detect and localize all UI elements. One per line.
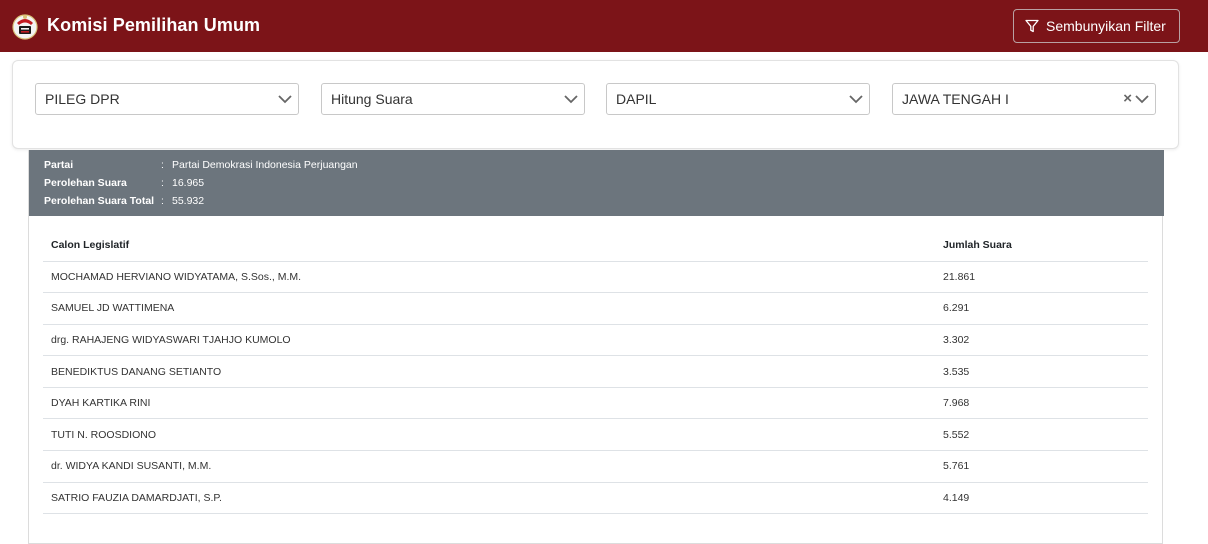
candidate-votes: 4.149: [935, 482, 1148, 515]
count-type-select[interactable]: Hitung Suara: [321, 83, 585, 115]
candidates-table: Calon Legislatif Jumlah Suara MOCHAMAD H…: [43, 230, 1148, 515]
hide-filter-button[interactable]: Sembunyikan Filter: [1013, 9, 1180, 43]
total-votes-row: Perolehan Suara Total : 55.932: [44, 192, 1164, 210]
candidate-votes: 3.302: [935, 324, 1148, 357]
dapil-value: JAWA TENGAH I: [902, 91, 1009, 107]
table-row: MOCHAMAD HERVIANO WIDYATAMA, S.Sos., M.M…: [43, 261, 1148, 294]
party-votes-value: 16.965: [172, 177, 205, 189]
region-level-select[interactable]: DAPIL: [606, 83, 870, 115]
party-value: Partai Demokrasi Indonesia Perjuangan: [172, 159, 358, 171]
candidate-votes: 21.861: [935, 261, 1148, 294]
candidate-name: MOCHAMAD HERVIANO WIDYATAMA, S.Sos., M.M…: [43, 261, 935, 294]
table-row: SAMUEL JD WATTIMENA 6.291: [43, 292, 1148, 325]
count-type-value: Hitung Suara: [331, 91, 413, 107]
filter-icon: [1025, 19, 1039, 33]
candidate-votes: 6.291: [935, 292, 1148, 325]
filter-panel: PILEG DPR Hitung Suara DAPIL JAWA TENGAH…: [12, 60, 1179, 149]
separator: :: [161, 195, 164, 207]
chevron-down-icon: [849, 95, 863, 104]
candidate-name: TUTI N. ROOSDIONO: [43, 418, 935, 452]
table-header-row: Calon Legislatif Jumlah Suara: [43, 230, 1148, 262]
total-votes-label: Perolehan Suara Total: [44, 195, 155, 207]
separator: :: [161, 177, 164, 189]
election-type-value: PILEG DPR: [45, 91, 120, 107]
party-votes-row: Perolehan Suara : 16.965: [44, 174, 1164, 192]
candidate-name: drg. RAHAJENG WIDYASWARI TJAHJO KUMOLO: [43, 324, 935, 357]
top-navbar: Komisi Pemilihan Umum Sembunyikan Filter: [0, 0, 1208, 52]
clear-icon[interactable]: ×: [1123, 91, 1132, 107]
candidate-votes: 5.761: [935, 450, 1148, 483]
column-header-votes: Jumlah Suara: [935, 230, 1148, 262]
chevron-down-icon: [1135, 95, 1149, 104]
chevron-down-icon: [278, 95, 292, 104]
candidate-name: SATRIO FAUZIA DAMARDJATI, S.P.: [43, 482, 935, 515]
column-header-candidate: Calon Legislatif: [43, 230, 935, 262]
table-row: BENEDIKTUS DANANG SETIANTO 3.535: [43, 355, 1148, 388]
chevron-down-icon: [564, 95, 578, 104]
results-card: Partai : Partai Demokrasi Indonesia Perj…: [28, 150, 1164, 544]
party-summary: Partai : Partai Demokrasi Indonesia Perj…: [29, 150, 1164, 216]
party-votes-label: Perolehan Suara: [44, 177, 127, 189]
dapil-select[interactable]: JAWA TENGAH I ×: [892, 83, 1156, 115]
hide-filter-label: Sembunyikan Filter: [1046, 18, 1166, 34]
table-row: dr. WIDYA KANDI SUSANTI, M.M. 5.761: [43, 450, 1148, 483]
party-row: Partai : Partai Demokrasi Indonesia Perj…: [44, 156, 1164, 174]
candidate-name: DYAH KARTIKA RINI: [43, 387, 935, 420]
table-row: TUTI N. ROOSDIONO 5.552: [43, 418, 1148, 452]
candidate-votes: 7.968: [935, 387, 1148, 420]
separator: :: [161, 159, 164, 171]
candidate-votes: 5.552: [935, 418, 1148, 452]
party-label: Partai: [44, 159, 74, 171]
table-row: DYAH KARTIKA RINI 7.968: [43, 387, 1148, 420]
table-row: SATRIO FAUZIA DAMARDJATI, S.P. 4.149: [43, 482, 1148, 515]
kpu-logo-icon: [12, 14, 38, 40]
total-votes-value: 55.932: [172, 195, 205, 207]
app-title: Komisi Pemilihan Umum: [47, 15, 261, 35]
region-level-value: DAPIL: [616, 91, 657, 107]
election-type-select[interactable]: PILEG DPR: [35, 83, 299, 115]
candidate-name: BENEDIKTUS DANANG SETIANTO: [43, 355, 935, 388]
candidate-votes: 3.535: [935, 355, 1148, 388]
candidate-name: SAMUEL JD WATTIMENA: [43, 292, 935, 325]
table-row: drg. RAHAJENG WIDYASWARI TJAHJO KUMOLO 3…: [43, 324, 1148, 357]
candidate-name: dr. WIDYA KANDI SUSANTI, M.M.: [43, 450, 935, 483]
